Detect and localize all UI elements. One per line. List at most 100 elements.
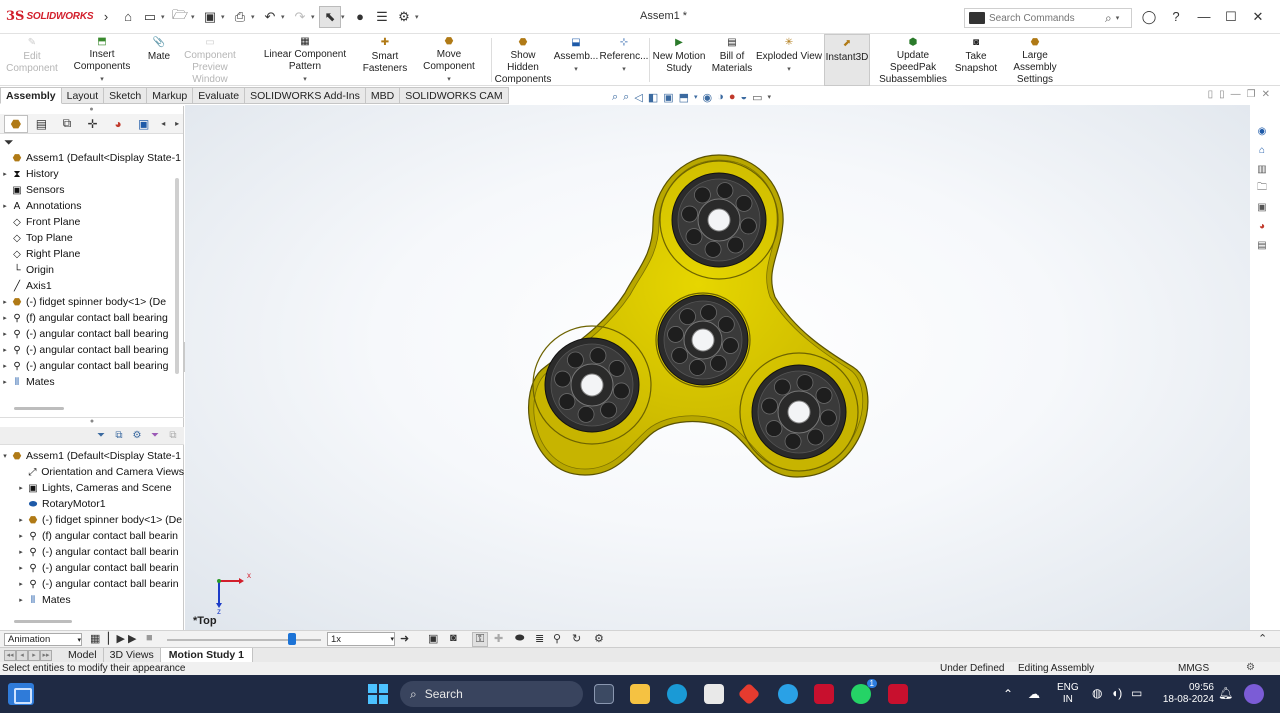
motion-tree-item-assembly[interactable]: ▾ ⬣ Assem1 (Default<Display State-1 [0,448,184,464]
smart-fasteners-button[interactable]: ✚ Smart Fasteners [362,34,408,86]
view-orientation-icon[interactable]: ⬒ [679,91,689,104]
user-account-icon[interactable]: ◯ [1140,9,1158,25]
chevron-down-icon[interactable]: ▾ [161,13,169,21]
file-properties-icon[interactable]: ☰ [371,6,393,28]
expand-menu-icon[interactable]: › [95,6,117,28]
tab-model[interactable]: Model [62,647,104,663]
bearing[interactable] [657,294,749,386]
tab-assembly[interactable]: Assembly [0,87,62,104]
search-input[interactable] [989,12,1105,24]
motion-tree-item-bearing[interactable]: ▸ ⚲ (-) angular contact ball bearin [0,560,184,576]
edge-browser-icon[interactable] [667,684,687,704]
custom-properties-icon[interactable]: ▤ [1255,238,1269,252]
tree-item-right-plane[interactable]: ◇ Right Plane [0,246,183,262]
autokey-icon[interactable]: ⚿ [472,632,488,647]
timeline-slider-track[interactable] [167,639,321,641]
next-tab-icon[interactable]: ▸ [28,649,40,661]
add-key-icon[interactable]: ✚ [494,632,503,645]
bearing[interactable] [671,172,767,268]
solidworks-app-icon[interactable] [888,684,908,704]
onedrive-icon[interactable]: ☁ [1028,687,1040,701]
linear-component-pattern-button[interactable]: ▦ Linear Component Pattern ▾ [248,34,362,86]
animation-wizard-icon[interactable]: ◙ [450,632,457,644]
anydesk-icon[interactable] [737,682,761,706]
filter-animated-icon[interactable]: ⧉ [112,430,126,441]
rebuild-icon[interactable]: ● [349,6,371,28]
restore-icon[interactable]: ▯ [1219,89,1225,100]
motor-icon[interactable]: ⬬ [515,632,524,645]
filter-icon[interactable]: ⏷ [4,135,14,150]
chevron-down-icon[interactable]: ▾ [415,13,423,21]
mate-button[interactable]: 📎 Mate [144,34,174,86]
tree-item-mates[interactable]: ▸ ⫴ Mates [0,374,183,390]
exploded-view-button[interactable]: ✳ Exploded View ▾ [756,34,822,86]
expand-arrow-icon[interactable]: ▸ [16,516,26,524]
appearances-icon[interactable]: ◕ [1255,219,1269,233]
show-hidden-components-button[interactable]: ⬣ Show Hidden Components [494,34,552,86]
widgets-icon[interactable] [8,683,34,705]
chevron-down-icon[interactable]: ▾ [100,74,104,86]
tree-item-axis1[interactable]: ╱ Axis1 [0,278,183,294]
minimize-icon[interactable]: — [1195,9,1213,24]
zoom-to-fit-icon[interactable]: ⌕ [612,91,618,104]
redo-icon[interactable]: ↷ [289,6,311,28]
fidget-spinner-model[interactable] [185,105,1250,630]
options-gear-icon[interactable]: ⚙ [393,6,415,28]
calculate-icon[interactable]: ▦ [90,632,100,645]
new-motion-study-button[interactable]: ▶ New Motion Study [650,34,708,86]
hide-show-items-icon[interactable]: ◑ [717,91,724,103]
tree-item-assembly[interactable]: ⬣ Assem1 (Default<Display State-1 [0,150,183,166]
tree-item-spinner-body[interactable]: ▸ ⬣ (-) fidget spinner body<1> (De [0,294,183,310]
expand-arrow-icon[interactable]: ▸ [16,596,26,604]
expand-arrow-icon[interactable]: ▸ [0,202,10,210]
display-style-icon[interactable]: ◉ [703,91,713,104]
taskbar-search[interactable]: ⌕ Search [400,681,583,707]
expand-arrow-icon[interactable]: ▸ [0,330,10,338]
zoom-to-area-icon[interactable]: ⌕ [623,91,629,104]
tree-filter[interactable]: ⏷ [0,134,183,150]
chevron-down-icon[interactable]: ▾ [311,13,319,21]
system-clock[interactable]: 09:56 18-08-2024 [1158,682,1214,706]
expand-arrow-icon[interactable]: ▸ [16,548,26,556]
collapse-motion-manager-icon[interactable]: ⌃ [1258,632,1267,645]
view-settings-icon[interactable]: ▭ [752,91,762,104]
feature-manager-tab-icon[interactable]: ⬣ [4,114,28,133]
expand-arrow-icon[interactable]: ▾ [0,452,10,460]
insert-components-button[interactable]: ⬒ Insert Components ▾ [60,34,144,86]
file-explorer-icon[interactable]: 🗀 [1255,181,1269,195]
motion-study-properties-icon[interactable]: ⚙ [594,632,604,645]
filter-driving-icon[interactable]: ⚙ [130,430,144,441]
minimize-icon[interactable]: — [1231,89,1241,100]
expand-arrow-icon[interactable]: ▸ [16,564,26,572]
chevron-down-icon[interactable]: ▾ [768,93,772,101]
tree-horizontal-scrollbar[interactable] [14,407,64,410]
component-preview-window-button[interactable]: ▭ Component Preview Window [174,34,246,86]
whatsapp-icon[interactable]: 1 [851,679,877,704]
panel-splitter[interactable]: ● [0,417,184,425]
force-icon[interactable]: ↻ [572,632,581,645]
motion-tree-item-bearing[interactable]: ▸ ⚲ (-) angular contact ball bearin [0,544,184,560]
damper-icon[interactable]: ⚲ [553,632,561,645]
configuration-manager-tab-icon[interactable]: ⧉ [55,115,79,133]
bearing[interactable] [544,337,640,433]
network-icon[interactable]: ◍ [1092,686,1102,700]
show-hidden-icons-icon[interactable]: ⌃ [1003,687,1013,701]
tab-motion-study-1[interactable]: Motion Study 1 [160,647,254,663]
tree-item-bearing[interactable]: ▸ ⚲ (-) angular contact ball bearing [0,342,183,358]
section-view-icon[interactable]: ◧ [648,91,658,104]
tree-item-bearing[interactable]: ▸ ⚲ (-) angular contact ball bearing [0,326,183,342]
tab-evaluate[interactable]: Evaluate [193,87,246,104]
motion-tree-item-spinner-body[interactable]: ▸ ⬣ (-) fidget spinner body<1> (De [0,512,184,528]
expand-arrow-icon[interactable]: ▸ [0,170,10,178]
file-explorer-icon[interactable] [630,684,650,704]
close-icon[interactable]: ✕ [1262,89,1270,100]
notifications-bell-icon[interactable]: 🔔︎ [1218,686,1233,700]
graphics-area[interactable]: x z *Top [185,105,1250,630]
filter-results-icon[interactable]: ⧉ [166,430,180,441]
previous-view-icon[interactable]: ◁ [634,91,642,104]
move-component-button[interactable]: ⬣ Move Component ▾ [410,34,488,86]
splitter-grip[interactable]: ● [0,418,184,426]
chevron-down-icon[interactable]: ▾ [281,13,289,21]
motion-tree-item-motor[interactable]: ⬬ RotaryMotor1 [0,496,184,512]
unit-system-selector[interactable]: MMGS [1178,663,1209,674]
